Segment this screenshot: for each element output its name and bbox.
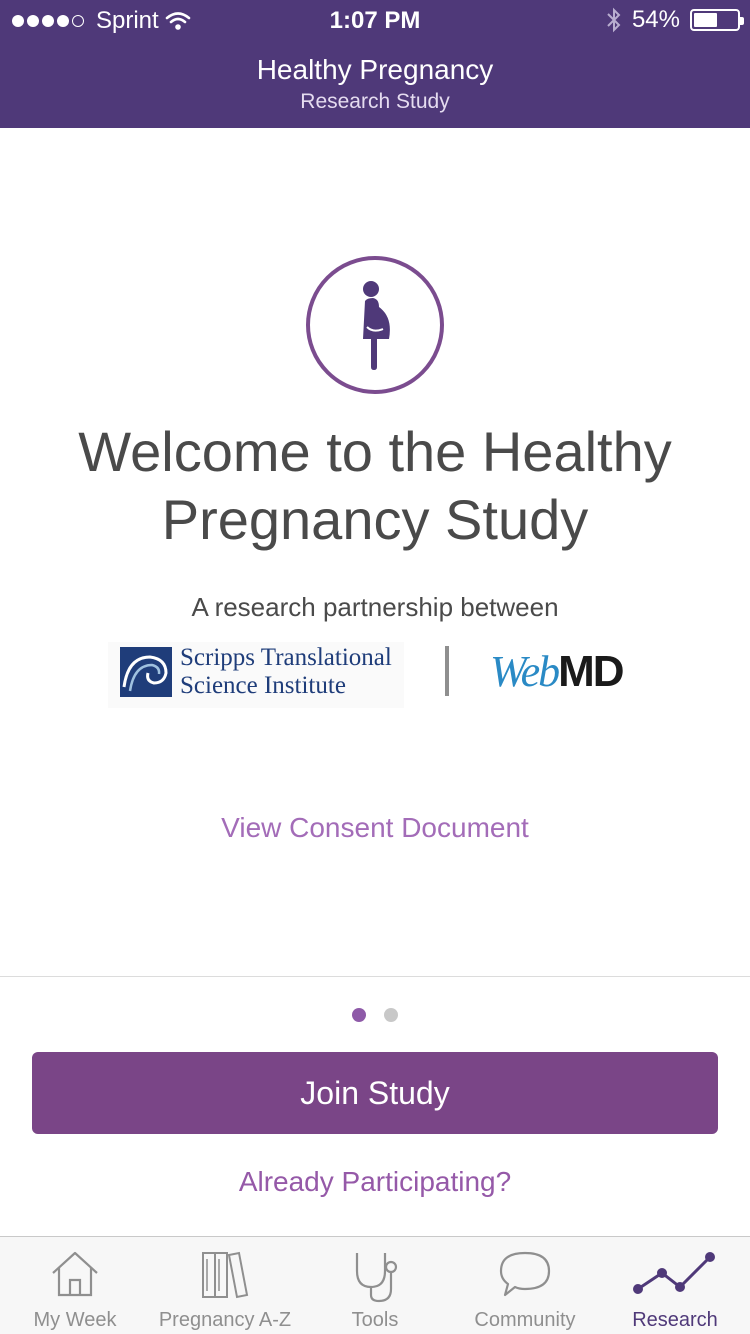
trend-line-icon [633, 1252, 715, 1294]
house-icon [52, 1251, 98, 1297]
tab-label: Pregnancy A-Z [158, 1309, 292, 1331]
battery-icon [690, 9, 744, 31]
scripps-name: Scripps Translational Science Institute [180, 644, 392, 700]
tab-label: Community [474, 1309, 576, 1331]
tab-label: Research [632, 1309, 718, 1331]
bluetooth-icon [607, 7, 621, 33]
tab-community[interactable]: Community [450, 1237, 600, 1334]
view-consent-link[interactable]: View Consent Document [0, 812, 750, 844]
page-title: Healthy Pregnancy [256, 54, 494, 85]
partner-divider [445, 646, 449, 696]
already-participating-link[interactable]: Already Participating? [0, 1166, 750, 1198]
section-divider [0, 976, 750, 977]
battery-fill [694, 13, 717, 27]
partnership-text: A research partnership between [191, 592, 559, 622]
tab-label: My Week [33, 1309, 117, 1331]
status-right: 54% [606, 6, 744, 34]
app-header: Sprint 1:07 PM 54% Healthy Pregnancy Res… [0, 0, 750, 128]
webmd-logo: WebMD [490, 646, 625, 697]
page-dot[interactable] [384, 1008, 398, 1022]
battery-nub [740, 17, 744, 25]
pregnant-woman-icon [363, 281, 390, 370]
webmd-web: Web [490, 647, 560, 696]
tab-pregnancy-a-z[interactable]: Pregnancy A-Z [150, 1237, 300, 1334]
tab-label: Tools [351, 1309, 399, 1331]
tab-bar: My Week Pregnancy A-Z Tools Community Re… [0, 1236, 750, 1334]
tab-research[interactable]: Research [600, 1237, 750, 1334]
pregnancy-logo-circle [306, 256, 444, 394]
scripps-wave-icon [120, 647, 172, 697]
tab-tools[interactable]: Tools [300, 1237, 450, 1334]
scripps-line-1: Scripps Translational [180, 644, 392, 671]
page-indicator [0, 1008, 750, 1022]
battery-percent: 54% [631, 6, 680, 33]
welcome-heading: Welcome to the Healthy Pregnancy Study [78, 420, 672, 551]
page-dot-active[interactable] [352, 1008, 366, 1022]
webmd-md: MD [558, 647, 624, 696]
page-subtitle: Research Study [300, 90, 450, 113]
tab-my-week[interactable]: My Week [0, 1237, 150, 1334]
books-icon [202, 1251, 249, 1299]
scripps-logo: Scripps Translational Science Institute [108, 642, 404, 708]
stethoscope-icon [355, 1253, 398, 1303]
scripps-line-2: Science Institute [180, 672, 346, 699]
status-bar: Sprint 1:07 PM 54% [0, 0, 750, 40]
join-study-button[interactable]: Join Study [32, 1052, 718, 1134]
speech-bubble-icon [499, 1251, 551, 1297]
